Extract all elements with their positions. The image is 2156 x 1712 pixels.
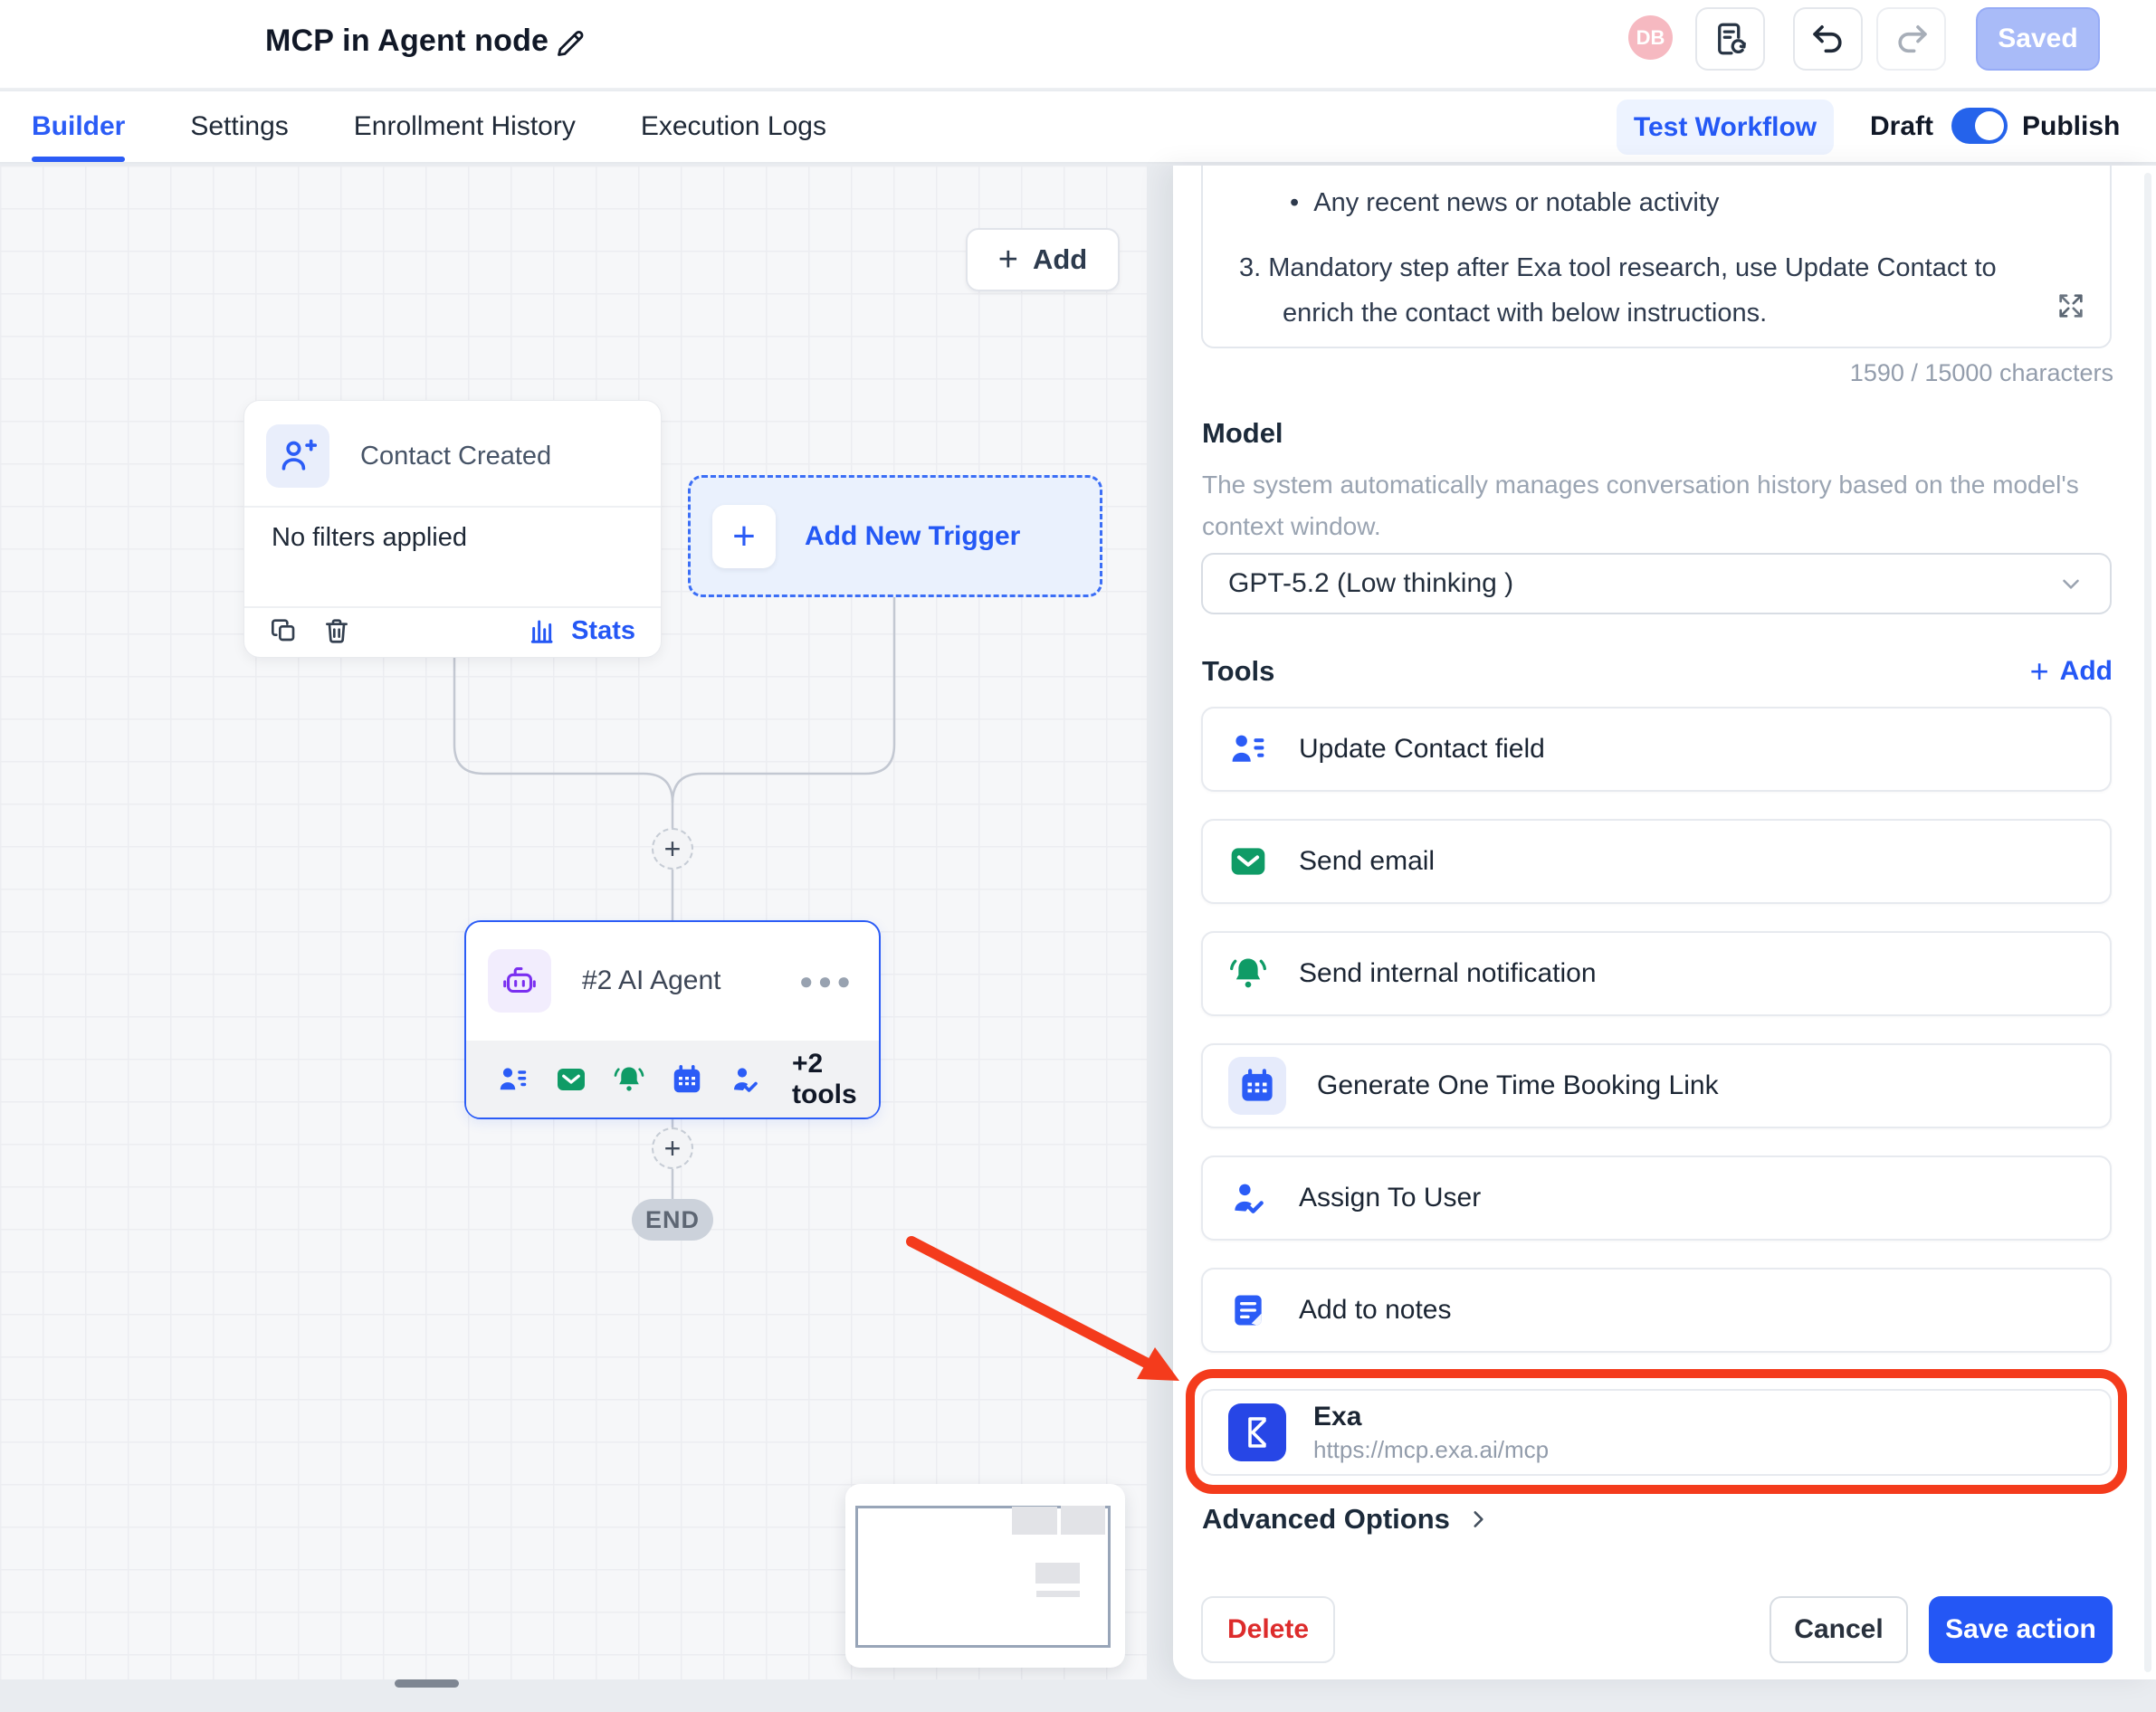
plus-icon: + (2030, 652, 2049, 690)
notification-bell-icon (613, 1063, 645, 1096)
publish-toggle[interactable] (1951, 108, 2008, 144)
toggle-knob (1975, 111, 2004, 140)
chevron-right-icon (1466, 1508, 1490, 1531)
execution-log-button[interactable] (1695, 7, 1765, 71)
exa-tool-title: Exa (1313, 1402, 1549, 1432)
tool-assign-to-user[interactable]: Assign To User (1201, 1156, 2112, 1241)
rename-workflow-button[interactable] (552, 24, 592, 63)
notes-icon (1228, 1290, 1268, 1330)
tab-builder[interactable]: Builder (32, 91, 125, 162)
ai-agent-node[interactable]: #2 AI Agent ●●● +2 tools (464, 920, 881, 1119)
trigger-node-title: Contact Created (360, 442, 551, 471)
character-count: 1590 / 15000 characters (1850, 359, 2113, 387)
tool-generate-booking-link[interactable]: Generate One Time Booking Link (1201, 1043, 2112, 1128)
add-tool-button[interactable]: + Add (2030, 652, 2113, 690)
assign-user-icon (729, 1063, 761, 1096)
plus-icon: + (712, 505, 776, 568)
ai-agent-title: #2 AI Agent (582, 965, 720, 996)
trigger-filters-text: No filters applied (272, 523, 467, 553)
add-tool-label: Add (2060, 656, 2113, 687)
tool-update-contact-field[interactable]: Update Contact field (1201, 707, 2112, 792)
tab-execution-logs[interactable]: Execution Logs (641, 91, 826, 162)
model-description: The system automatically manages convers… (1202, 464, 2120, 547)
test-workflow-button[interactable]: Test Workflow (1617, 100, 1834, 155)
panel-scrollbar[interactable] (2144, 173, 2151, 1672)
undo-button[interactable] (1793, 7, 1863, 71)
delete-button[interactable]: Delete (1201, 1596, 1335, 1663)
assign-user-icon (1228, 1178, 1268, 1218)
contact-field-icon (497, 1063, 529, 1096)
redo-icon (1893, 20, 1931, 58)
document-refresh-icon (1712, 20, 1750, 58)
undo-icon (1809, 20, 1847, 58)
tabs: Builder Settings Enrollment History Exec… (32, 91, 826, 162)
saved-button[interactable]: Saved (1976, 7, 2100, 71)
minimap-node (1012, 1507, 1057, 1535)
model-selected-value: GPT-5.2 (Low thinking ) (1228, 568, 1513, 599)
instructions-step-line: 3. Mandatory step after Exa tool researc… (1239, 245, 2010, 290)
exa-icon (1228, 1403, 1286, 1461)
page-title: MCP in Agent node (265, 24, 549, 59)
instructions-step-continuation: enrich the contact with below instructio… (1283, 290, 2010, 336)
minimap-node (1061, 1506, 1105, 1535)
tool-send-email[interactable]: Send email (1201, 819, 2112, 904)
expand-icon[interactable] (2056, 290, 2086, 321)
trash-icon[interactable] (322, 616, 351, 645)
header: MCP in Agent node DB Saved (0, 0, 2156, 90)
action-settings-panel: • Any recent news or notable activity 3.… (1173, 166, 2156, 1679)
add-step-button-top[interactable]: + (652, 828, 693, 870)
agent-tools-strip: +2 tools (466, 1041, 879, 1118)
workflow-builder-app: MCP in Agent node DB Saved Builder (0, 0, 2156, 1712)
cancel-button[interactable]: Cancel (1770, 1596, 1908, 1663)
trigger-stats-label: Stats (571, 616, 635, 646)
model-heading: Model (1202, 417, 1283, 450)
add-step-button-bottom[interactable]: + (652, 1127, 693, 1169)
canvas-add-label: Add (1033, 243, 1087, 276)
copy-icon[interactable] (270, 616, 299, 645)
plus-icon: + (998, 243, 1018, 277)
calendar-icon (1228, 1057, 1286, 1115)
pencil-icon (552, 25, 592, 62)
save-action-button[interactable]: Save action (1929, 1596, 2113, 1663)
avatar[interactable]: DB (1628, 15, 1673, 60)
notification-bell-icon (1228, 954, 1268, 994)
chevron-down-icon (2057, 570, 2084, 597)
extra-tools-count: +2 tools (792, 1049, 857, 1110)
instructions-bullet-line: • Any recent news or notable activity (1290, 180, 2010, 225)
tab-bar: Builder Settings Enrollment History Exec… (0, 91, 2156, 164)
tool-send-internal-notification[interactable]: Send internal notification (1201, 931, 2112, 1016)
minimap-node (1035, 1563, 1080, 1584)
horizontal-scrollbar-handle[interactable] (395, 1679, 459, 1688)
tools-heading: Tools (1202, 655, 1274, 688)
tab-enrollment-history[interactable]: Enrollment History (354, 91, 576, 162)
tab-settings[interactable]: Settings (190, 91, 288, 162)
redo-button[interactable] (1876, 7, 1946, 71)
contact-created-icon (266, 424, 329, 488)
divider (244, 506, 661, 508)
model-select[interactable]: GPT-5.2 (Low thinking ) (1201, 553, 2112, 614)
agent-instructions-textarea[interactable]: • Any recent news or notable activity 3.… (1201, 166, 2112, 348)
calendar-icon (671, 1063, 703, 1096)
email-icon (1228, 842, 1268, 881)
workflow-canvas[interactable]: + Add Contact Created No filters applied (0, 166, 1147, 1679)
exa-tool-url: https://mcp.exa.ai/mcp (1313, 1436, 1549, 1464)
tool-add-to-notes[interactable]: Add to notes (1201, 1268, 2112, 1353)
ai-agent-robot-icon (488, 949, 551, 1013)
stats-chart-icon (528, 616, 557, 645)
draft-label: Draft (1870, 111, 1933, 142)
advanced-options-toggle[interactable]: Advanced Options (1202, 1503, 1490, 1536)
publish-label: Publish (2022, 111, 2120, 142)
minimap-node (1036, 1591, 1080, 1597)
more-options-icon[interactable]: ●●● (799, 967, 855, 995)
trigger-stats-link[interactable]: Stats (528, 616, 635, 646)
add-new-trigger-label: Add New Trigger (805, 521, 1020, 552)
canvas-add-button[interactable]: + Add (966, 228, 1120, 291)
tool-exa-mcp[interactable]: Exa https://mcp.exa.ai/mcp (1201, 1389, 2112, 1476)
end-node: END (632, 1199, 713, 1241)
email-icon (555, 1063, 587, 1096)
add-new-trigger-button[interactable]: + Add New Trigger (688, 475, 1102, 597)
minimap[interactable] (845, 1484, 1125, 1668)
contact-field-icon (1228, 729, 1268, 769)
trigger-node-contact-created[interactable]: Contact Created No filters applied Stats (243, 400, 662, 658)
